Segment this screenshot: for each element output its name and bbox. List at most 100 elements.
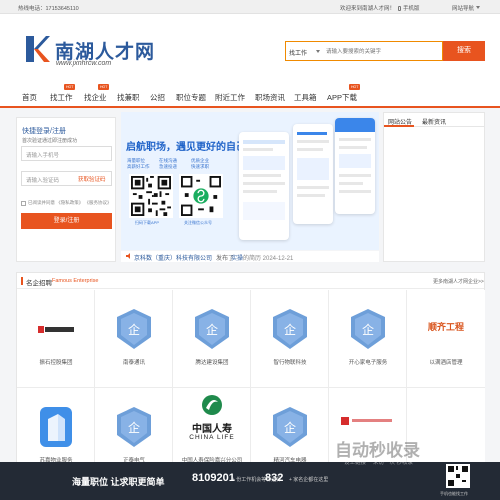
company-name: 南泰通讯 (122, 360, 145, 366)
nav-label: 首页 (22, 93, 37, 102)
speaker-icon (126, 253, 132, 261)
section-subtitle: Famous Enterprise (52, 278, 99, 284)
nav-label: 工具箱 (294, 93, 317, 102)
svg-text:企: 企 (206, 322, 218, 337)
company-card[interactable]: 振石控股集团 (17, 290, 95, 388)
latest-activity-ticker: 京科数（重庆）科技有限公司 发布了 实操 的简历 2024-12-21 (121, 251, 379, 262)
phone-icon (398, 6, 401, 11)
companies-count: 832 (265, 472, 284, 484)
logo-k-icon[interactable] (24, 34, 50, 64)
header: 南湖人才网 www.jxnhrcw.com 找工作 搜索 (0, 14, 500, 84)
company-name: 腾达建设集团 (195, 360, 229, 366)
nav-item-home[interactable]: 首页 (22, 92, 37, 103)
company-card[interactable]: 企 南泰通讯 (95, 290, 173, 388)
red-logo-icon (341, 417, 392, 425)
company-placeholder-icon: 企 (273, 309, 307, 349)
site-nav-link[interactable]: 网站导航 (452, 4, 480, 12)
section-marker (21, 277, 23, 285)
jobs-count: 8109201 (192, 472, 235, 484)
nav-label: 附近工作 (215, 93, 245, 102)
building-logo-icon (40, 407, 72, 447)
companies-label: + 家名企都在这里 (289, 477, 329, 483)
nav-label: 找兼职 (117, 93, 140, 102)
chevron-down-icon (316, 50, 320, 53)
app-screenshot (293, 124, 333, 224)
qr-caption: 扫码下载APP (135, 220, 160, 225)
qr-caption: 关注微信公众号 (184, 220, 212, 225)
company-placeholder-icon: 企 (117, 309, 151, 349)
ticker-date: 的简历 2024-12-21 (243, 256, 294, 262)
welcome-text: 欢迎来到南湖人才网！ (340, 6, 396, 12)
nav-label: 找工作 (50, 93, 73, 102)
nav-item-find-job[interactable]: HOT 找工作 (50, 84, 76, 103)
company-name: 开心家电子服务 (348, 360, 388, 366)
login-submit-button[interactable]: 登录/注册 (21, 213, 112, 229)
company-placeholder-icon: 企 (195, 309, 229, 349)
nav-item-part-time[interactable]: 找兼职 (117, 92, 140, 103)
company-name: 振石控股集团 (39, 360, 73, 366)
banner-feature: 急速投递 (159, 164, 177, 169)
svg-text:企: 企 (128, 322, 140, 337)
company-placeholder-icon: 企 (351, 309, 385, 349)
search-box: 找工作 (285, 41, 443, 61)
svg-text:企: 企 (284, 322, 296, 337)
watermark-subtext: 设上链接 一来访一次 秒收录 (344, 460, 414, 466)
company-name: 智行物联科技 (273, 360, 307, 366)
agreement-checkbox[interactable] (21, 201, 26, 206)
company-card[interactable]: 企 开心家电子服务 (329, 290, 407, 388)
nav-label: 职位专题 (176, 93, 206, 102)
app-banner[interactable]: 启航职场，遇见更好的自己 海量职位 在线沟通 优质企业 高薪好工作 急速投递 快… (121, 112, 379, 250)
main-nav: 首页 HOT 找工作 HOT 找企业 找兼职 公招 职位专题 附近工作 职场资讯 工… (0, 84, 500, 108)
china-life-en-text: CHINA LIFE (189, 434, 235, 441)
active-tab-indicator (384, 125, 414, 127)
nav-label: APP下载 (327, 93, 358, 102)
nav-label: 职场资讯 (255, 93, 285, 102)
nav-item-find-company[interactable]: HOT 找企业 (84, 84, 110, 103)
nav-item-app-download[interactable]: HOT APP下载 (327, 84, 361, 103)
search-button[interactable]: 搜索 (443, 41, 485, 61)
app-caption: 手机也能找工作 (440, 491, 468, 496)
app-qr-code-icon[interactable] (446, 464, 470, 488)
hotline-text: 热线电话：17153645110 (18, 6, 79, 12)
search-input[interactable] (326, 44, 426, 59)
promo-slogan: 海量职位 让求职更简单 (72, 477, 165, 487)
tab-latest-news[interactable]: 最新资讯 (422, 117, 446, 126)
company-placeholder-icon: 企 (273, 407, 307, 447)
nav-item-toolbox[interactable]: 工具箱 (294, 92, 317, 103)
app-screenshot (239, 132, 289, 240)
company-card[interactable]: 企 智行物联科技 (251, 290, 329, 388)
chevron-down-icon (475, 6, 480, 9)
agreement-text[interactable]: 已阅读并同意 《隐私政策》 《服务协议》 (28, 200, 112, 206)
get-code-button[interactable]: 获取验证码 (78, 175, 106, 183)
section-header: 名企招聘 Famous Enterprise 更多南湖人才网企业>> (17, 273, 484, 289)
company-card[interactable]: 企 腾达建设集团 (173, 290, 251, 388)
logo-url: www.jxnhrcw.com (56, 60, 112, 67)
nav-item-public-recruit[interactable]: 公招 (150, 92, 165, 103)
mobile-version-link[interactable]: 手机版 (398, 4, 420, 12)
nav-item-career-news[interactable]: 职场资讯 (255, 92, 285, 103)
top-bar: 热线电话：17153645110 欢迎来到南湖人才网！ 手机版 网站导航 (0, 0, 500, 14)
nav-label: 公招 (150, 93, 165, 102)
svg-text:企: 企 (362, 322, 374, 337)
login-subtitle: 首次验证通过即注册成功 (22, 138, 78, 144)
search-category-select[interactable]: 找工作 (289, 48, 307, 57)
notice-panel: 网站公告 最新资讯 (383, 112, 485, 262)
nav-item-job-topics[interactable]: 职位专题 (176, 92, 206, 103)
login-title: 快捷登录/注册 (22, 128, 66, 135)
company-name: 以满酒店管理 (429, 360, 463, 366)
nav-label: 找企业 (84, 93, 107, 102)
ticker-job-link[interactable]: 实操 (231, 253, 243, 262)
more-companies-link[interactable]: 更多南湖人才网企业>> (433, 278, 484, 285)
app-qr-code-icon (129, 174, 173, 218)
ticker-company-link[interactable]: 京科数（重庆）科技有限公司 (134, 253, 212, 262)
hot-badge: HOT (64, 84, 76, 90)
banner-headline: 启航职场，遇见更好的自己 (126, 142, 246, 153)
svg-text:企: 企 (128, 420, 140, 435)
phone-input[interactable]: 请输入手机号 (21, 146, 112, 161)
banner-feature: 快速求职 (191, 164, 209, 169)
quick-login-panel: 快捷登录/注册 首次验证通过即注册成功 (16, 117, 116, 262)
company-card[interactable]: 顺齐工程 以满酒店管理 (407, 290, 485, 388)
nav-item-nearby-jobs[interactable]: 附近工作 (215, 92, 245, 103)
banner-feature: 高薪好工作 (127, 164, 150, 169)
site-nav-label: 网站导航 (452, 6, 475, 12)
